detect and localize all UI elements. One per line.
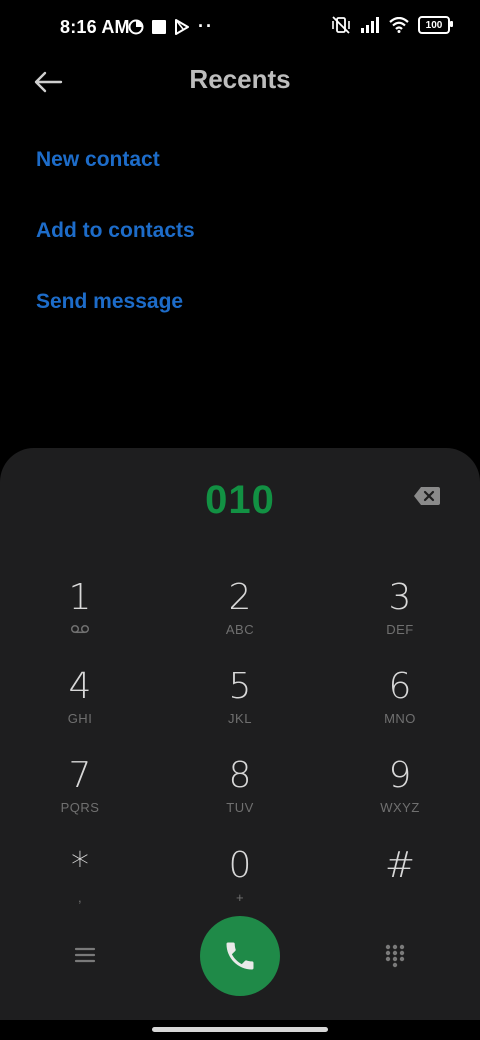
wifi-icon [389,17,409,33]
key-letters: TUV [226,800,254,815]
dialpad-icon [385,944,405,968]
more-notifications-icon: ·· [198,16,214,36]
key-0[interactable]: 0 + [180,846,300,926]
key-digit: 2 [228,577,252,618]
page-title: Recents [189,64,291,94]
key-digit: * [71,845,89,886]
key-letters: , [77,890,83,905]
battery-icon: 100 [418,16,453,34]
key-digit: 4 [68,666,92,707]
key-digit: 6 [388,666,412,707]
key-3[interactable]: 3 DEF [340,578,460,658]
key-2[interactable]: 2 ABC [180,578,300,658]
key-digit: 9 [388,755,412,796]
status-bar: 8:16 AM ·· 100 [0,0,480,56]
phone-icon [226,942,254,970]
menu-button[interactable] [74,944,96,966]
key-9[interactable]: 9 WXYZ [340,756,460,836]
keypad-toggle-button[interactable] [385,944,405,968]
key-star[interactable]: * , [20,846,140,926]
key-8[interactable]: 8 TUV [180,756,300,836]
key-letters: MNO [384,711,416,726]
status-right-icons: 100 [331,16,453,34]
key-7[interactable]: 7 PQRS [20,756,140,836]
key-6[interactable]: 6 MNO [340,667,460,747]
add-to-contacts-link[interactable]: Add to contacts [36,219,195,243]
key-letters: + [235,890,245,905]
backspace-button[interactable] [412,484,442,508]
key-hash[interactable]: # [340,846,460,926]
key-letters: WXYZ [380,800,420,815]
key-letters: JKL [228,711,252,726]
status-left-icons: ·· [128,16,214,37]
key-digit: 3 [388,577,412,618]
key-digit: # [384,845,416,886]
square-notification-icon [152,19,166,34]
menu-icon [74,947,96,963]
key-letters: GHI [67,711,93,726]
data-saver-icon [128,19,144,34]
new-contact-link[interactable]: New contact [36,148,160,172]
key-digit: 0 [228,845,252,886]
status-time: 8:16 AM [60,17,130,37]
key-1[interactable]: 1 [20,578,140,658]
key-digit: 8 [228,755,252,796]
key-digit: 7 [68,755,92,796]
key-5[interactable]: 5 JKL [180,667,300,747]
key-letters: PQRS [60,800,100,815]
signal-icon [361,17,379,33]
vibrate-off-icon [332,16,350,34]
key-4[interactable]: 4 GHI [20,667,140,747]
send-message-link[interactable]: Send message [36,290,183,314]
key-letters: ABC [225,622,255,637]
home-indicator[interactable] [152,1027,328,1032]
dialed-number: 010 [205,478,275,522]
backspace-icon [414,487,440,505]
key-digit: 1 [68,577,92,618]
key-letters: DEF [386,622,414,637]
call-button[interactable] [200,916,280,996]
key-digit: 5 [228,666,252,707]
voicemail-icon [20,622,140,638]
play-store-icon [175,18,189,35]
